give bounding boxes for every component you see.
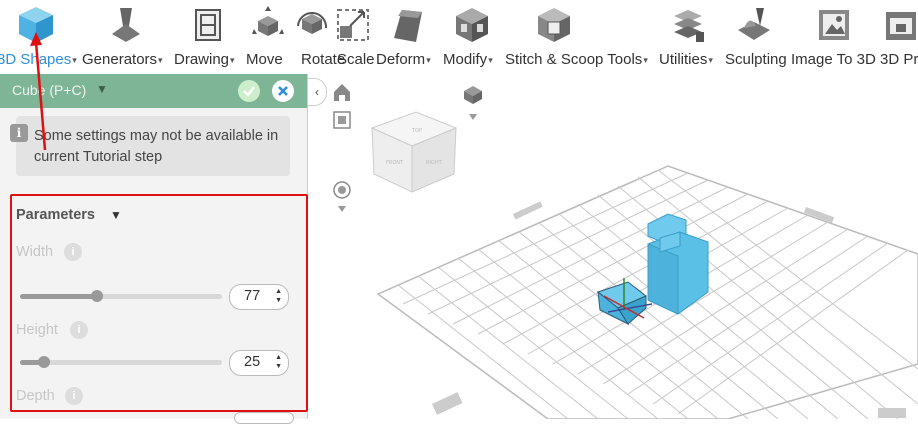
tool-3d-print[interactable]: 3D Pr (880, 0, 918, 74)
height-label: Height (16, 322, 58, 338)
width-help-icon[interactable]: i (64, 243, 82, 261)
height-input[interactable]: 25 ▲ ▼ (229, 350, 289, 376)
cube-icon (19, 7, 53, 43)
pin-icon (112, 8, 140, 42)
small-cube-shape[interactable] (596, 278, 653, 326)
move-icon (252, 6, 284, 36)
home-icon[interactable] (334, 84, 350, 101)
height-slider[interactable] (20, 356, 222, 368)
tool-rotate[interactable]: Rotate (297, 0, 345, 74)
depth-help-icon[interactable]: i (65, 387, 83, 405)
stitch-scoop-icon (538, 8, 570, 42)
orbit-icon[interactable] (333, 181, 351, 212)
drawing-icon (195, 9, 221, 41)
tool-label: Utilities▾ (659, 51, 713, 68)
width-label: Width (16, 244, 54, 260)
height-help-icon[interactable]: i (70, 321, 88, 339)
width-slider[interactable] (20, 290, 222, 302)
3d-viewport[interactable]: ‹ TOP FRONT RIGHT (308, 74, 918, 419)
notice-text: Some settings may not be available in cu… (34, 128, 279, 165)
panel-title: Cube (P+C) (12, 82, 87, 98)
tool-label: Deform▾ (376, 51, 431, 68)
modify-icon (456, 8, 488, 42)
height-value: 25 (244, 354, 261, 370)
tool-label: Move (246, 51, 283, 68)
tool-image-to-3d[interactable]: Image To 3D (791, 0, 881, 74)
info-icon: i (10, 124, 28, 142)
tool-generators[interactable]: Generators▾ (82, 0, 174, 74)
check-icon (243, 86, 255, 97)
sculpting-icon (738, 8, 770, 40)
shape-settings-panel: Cube (P+C) ▼ i Some settings may not be … (0, 74, 308, 419)
tool-label: Generators▾ (82, 51, 163, 68)
confirm-button[interactable] (238, 80, 260, 102)
tool-3d-shapes[interactable]: 3D Shapes▾ (0, 0, 82, 74)
svg-text:TOP: TOP (411, 128, 422, 134)
printer-icon (886, 12, 916, 40)
scene-canvas: TOP FRONT RIGHT (333, 84, 918, 419)
svg-text:FRONT: FRONT (386, 160, 404, 166)
close-button[interactable] (272, 80, 294, 102)
tool-drawing[interactable]: Drawing▾ (174, 0, 244, 74)
scale-icon (337, 9, 369, 41)
svg-text:RIGHT: RIGHT (426, 160, 443, 166)
width-slider-thumb[interactable] (90, 290, 103, 302)
tool-move[interactable]: Move (244, 0, 298, 74)
image-icon (819, 10, 849, 40)
height-stepper-icon[interactable]: ▲ ▼ (275, 353, 282, 371)
width-stepper-icon[interactable]: ▲ ▼ (275, 287, 282, 305)
tool-label: 3D Shapes▾ (0, 51, 77, 68)
depth-label: Depth (16, 388, 55, 404)
tutorial-notice: i Some settings may not be available in … (10, 116, 290, 176)
tool-label: Sculpting (725, 51, 787, 68)
tool-label: Scale (337, 51, 375, 68)
width-input[interactable]: 77 ▲ ▼ (229, 284, 289, 310)
main-toolbar: 3D Shapes▾ Generators▾ Drawing▾ Move Rot… (0, 0, 918, 75)
rotate-icon (297, 11, 328, 34)
perspective-cube-icon[interactable] (333, 111, 351, 129)
tool-label: Drawing▾ (174, 51, 235, 68)
width-value: 77 (244, 288, 261, 304)
deform-icon (394, 10, 422, 42)
view-axes-icon[interactable] (464, 86, 482, 120)
tool-modify[interactable]: Modify▾ (442, 0, 504, 74)
tool-sculpting[interactable]: Sculpting (724, 0, 790, 74)
width-slider-fill (20, 294, 97, 299)
tall-cube-shape[interactable] (647, 213, 709, 315)
panel-dropdown-icon[interactable]: ▼ (96, 82, 108, 96)
tool-scale[interactable]: Scale (336, 0, 375, 74)
tool-label: Image To 3D (791, 51, 876, 68)
view-cube[interactable]: TOP FRONT RIGHT (370, 111, 458, 193)
tool-label: 3D Pr (880, 51, 918, 68)
panel-header: Cube (P+C) ▼ (0, 74, 307, 108)
parameters-collapse-icon[interactable]: ▼ (110, 208, 122, 222)
tool-utilities[interactable]: Utilities▾ (658, 0, 722, 74)
utilities-icon (674, 10, 704, 42)
tool-label: Stitch & Scoop Tools▾ (505, 51, 648, 68)
parameters-title: Parameters (16, 207, 95, 223)
tool-label: Modify▾ (443, 51, 493, 68)
close-icon (278, 86, 288, 96)
depth-input[interactable] (234, 412, 294, 424)
tool-deform[interactable]: Deform▾ (376, 0, 442, 74)
tool-stitch-scoop[interactable]: Stitch & Scoop Tools▾ (504, 0, 658, 74)
